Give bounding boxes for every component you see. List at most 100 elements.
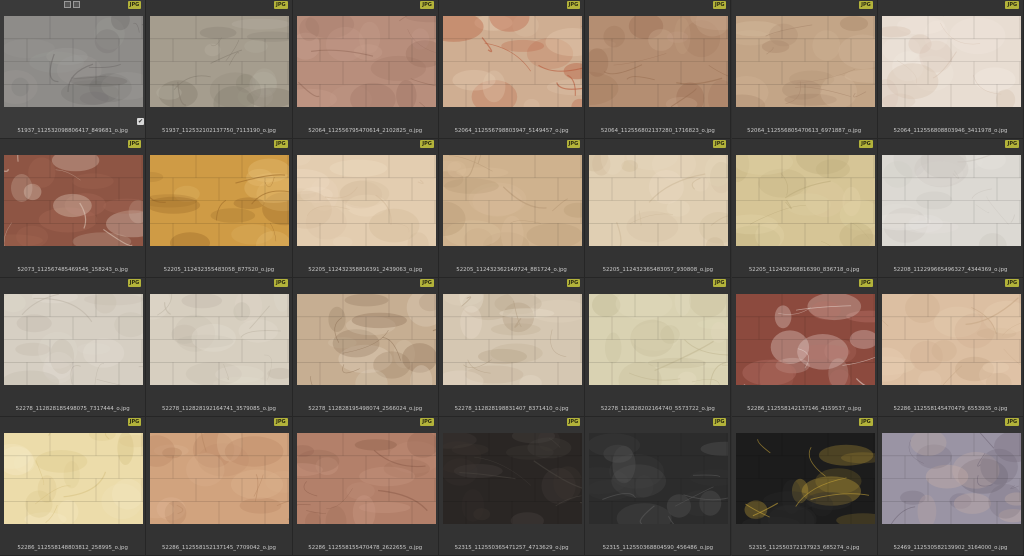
file-type-badge: JPG <box>1005 1 1020 9</box>
thumbnail-filename: 52073_112567485469545_158243_o.jpg <box>17 267 128 273</box>
file-type-badge: JPG <box>127 1 142 9</box>
thumbnail-image[interactable] <box>881 155 1021 246</box>
file-type-badge: JPG <box>712 279 727 287</box>
file-type-badge: JPG <box>566 140 581 148</box>
thumbnail-image[interactable] <box>4 433 143 524</box>
thumbnail-filename: 52064_112556808803946_3411978_o.jpg <box>893 128 1008 134</box>
thumbnail-item[interactable]: JPG 52205_112432355483058_877520_o.jpg <box>146 139 293 278</box>
thumbnail-image[interactable] <box>735 294 875 385</box>
thumbnail-item[interactable]: JPG 52286_112558155470478_2622655_o.jpg <box>292 417 439 556</box>
thumbnail-image[interactable] <box>735 16 875 107</box>
thumbnail-item[interactable]: JPG 52278_112828192164741_3579085_o.jpg <box>146 278 293 417</box>
thumbnail-image[interactable] <box>150 294 290 385</box>
thumbnail-item[interactable]: JPG 52064_112556795470614_2102825_o.jpg <box>292 0 439 139</box>
thumbnail-image[interactable] <box>442 16 582 107</box>
thumbnail-item[interactable]: JPG 52064_112556805470613_6971887_o.jpg <box>731 0 878 139</box>
thumbnail-image[interactable] <box>150 155 290 246</box>
thumbnail-image[interactable] <box>442 155 582 246</box>
thumbnail-image[interactable] <box>4 155 143 246</box>
thumbnail-image[interactable] <box>589 433 729 524</box>
frame-icon[interactable] <box>64 1 71 8</box>
file-type-badge: JPG <box>1005 140 1020 148</box>
thumbnail-item[interactable]: JPG 52278_112828185498075_7317444_o.jpg <box>0 278 147 417</box>
thumbnail-item[interactable]: JPG 52205_112432358816391_2439063_o.jpg <box>292 139 439 278</box>
thumbnail-image[interactable] <box>589 16 729 107</box>
file-type-badge: JPG <box>420 1 434 9</box>
thumbnail-image[interactable] <box>442 433 582 524</box>
thumbnail-image[interactable] <box>881 16 1021 107</box>
thumbnail-item[interactable]: JPG 52286_112558145470479_6553935_o.jpg <box>877 278 1024 417</box>
file-type-badge: JPG <box>127 140 142 148</box>
item-tools-icons <box>64 1 80 9</box>
thumbnail-item[interactable]: JPG 52073_112567485469545_158243_o.jpg <box>0 139 147 278</box>
thumbnail-image[interactable] <box>296 294 436 385</box>
thumbnail-item[interactable]: JPG 52064_112556802137280_1716823_o.jpg <box>585 0 732 139</box>
thumbnail-item[interactable]: JPG 52064_112556808803946_3411978_o.jpg <box>877 0 1024 139</box>
thumbnail-image[interactable] <box>296 155 436 246</box>
file-type-badge: JPG <box>127 418 142 426</box>
thumbnail-filename: 52064_112556795470614_2102825_o.jpg <box>308 128 423 134</box>
file-type-badge: JPG <box>859 279 873 287</box>
thumbnail-item[interactable]: JPG 52205_112432365483057_930808_o.jpg <box>585 139 732 278</box>
file-type-badge: JPG <box>1005 418 1020 426</box>
file-type-badge: JPG <box>420 418 434 426</box>
check-icon[interactable]: ✔ <box>137 118 144 125</box>
thumbnail-image[interactable] <box>296 433 436 524</box>
thumbnail-item[interactable]: JPG ✔ 51937_112532098806417_849681_o.jpg <box>0 0 147 139</box>
thumbnail-item[interactable]: JPG 52315_112550365471257_4713629_o.jpg <box>438 417 586 556</box>
thumbnail-filename: 52205_112432355483058_877520_o.jpg <box>163 267 275 273</box>
thumbnail-item[interactable]: JPG 52064_112556798803947_5149457_o.jpg <box>438 0 586 139</box>
thumbnail-item[interactable]: JPG 52208_112299665496327_4344369_o.jpg <box>877 139 1024 278</box>
thumbnail-filename: 52205_112432368816390_836718_o.jpg <box>748 267 860 273</box>
thumbnail-filename: 52064_112556798803947_5149457_o.jpg <box>454 128 569 134</box>
thumbnail-filename: 52278_112828195498074_2566024_o.jpg <box>308 406 423 412</box>
thumbnail-filename: 52064_112556805470613_6971887_o.jpg <box>747 128 862 134</box>
thumbnail-item[interactable]: JPG 52286_112558152137145_7709042_o.jpg <box>146 417 293 556</box>
thumbnail-item[interactable]: JPG 52286_112558148803812_258995_o.jpg <box>0 417 147 556</box>
thumbnail-filename: 52205_112432358816391_2439063_o.jpg <box>308 267 423 273</box>
thumbnail-filename: 52278_112828198831407_8371410_o.jpg <box>454 406 569 412</box>
file-type-badge: JPG <box>420 279 434 287</box>
file-type-badge: JPG <box>712 140 727 148</box>
thumbnail-item[interactable]: JPG 52278_112828202164740_5573722_o.jpg <box>585 278 732 417</box>
file-type-badge: JPG <box>420 140 434 148</box>
thumbnail-item[interactable]: JPG 52315_112550368804590_456486_o.jpg <box>585 417 732 556</box>
thumbnail-image[interactable] <box>296 16 436 107</box>
file-type-badge: JPG <box>127 279 142 287</box>
thumbnail-image[interactable] <box>4 16 143 107</box>
thumbnail-item[interactable]: JPG 52278_112828198831407_8371410_o.jpg <box>438 278 586 417</box>
thumbnail-image[interactable] <box>150 16 290 107</box>
thumbnail-item[interactable]: JPG 52286_112558142137146_4159537_o.jpg <box>731 278 878 417</box>
thumbnail-filename: 52278_112828185498075_7317444_o.jpg <box>15 406 130 412</box>
thumbnail-item[interactable]: JPG 52278_112828195498074_2566024_o.jpg <box>292 278 439 417</box>
thumbnail-image[interactable] <box>150 433 290 524</box>
thumbnail-item[interactable]: JPG 52469_112530582139902_3164000_o.jpg <box>877 417 1024 556</box>
file-type-badge: JPG <box>273 140 288 148</box>
thumbnail-image[interactable] <box>881 294 1021 385</box>
thumbnail-item[interactable]: JPG 52205_112432362149724_881724_o.jpg <box>438 139 586 278</box>
thumbnail-item[interactable]: JPG 52315_112550372137923_685274_o.jpg <box>731 417 878 556</box>
thumbnail-filename: 52208_112299665496327_4344369_o.jpg <box>893 267 1008 273</box>
file-type-badge: JPG <box>859 418 873 426</box>
thumbnail-image[interactable] <box>442 294 582 385</box>
thumbnail-image[interactable] <box>4 294 143 385</box>
edit-icon[interactable] <box>73 1 80 8</box>
thumbnail-filename: 52286_112558152137145_7709042_o.jpg <box>161 545 276 551</box>
thumbnail-filename: 52278_112828202164740_5573722_o.jpg <box>600 406 715 412</box>
thumbnail-filename: 52315_112550372137923_685274_o.jpg <box>748 545 860 551</box>
thumbnail-image[interactable] <box>589 155 729 246</box>
thumbnail-image[interactable] <box>881 433 1021 524</box>
file-type-badge: JPG <box>273 279 288 287</box>
thumbnail-item[interactable]: JPG 52205_112432368816390_836718_o.jpg <box>731 139 878 278</box>
thumbnail-filename: 52064_112556802137280_1716823_o.jpg <box>600 128 715 134</box>
thumbnail-filename: 52286_112558155470478_2622655_o.jpg <box>308 545 423 551</box>
thumbnail-image[interactable] <box>589 294 729 385</box>
thumbnail-item[interactable]: JPG 51937_112532102137750_7113190_o.jpg <box>146 0 293 139</box>
thumbnail-filename: 52278_112828192164741_3579085_o.jpg <box>161 406 276 412</box>
thumbnail-image[interactable] <box>735 155 875 246</box>
thumbnail-filename: 52469_112530582139902_3164000_o.jpg <box>893 545 1008 551</box>
file-type-badge: JPG <box>712 418 727 426</box>
file-type-badge: JPG <box>859 140 873 148</box>
thumbnail-image[interactable] <box>735 433 875 524</box>
thumbnail-grid: JPG ✔ 51937_112532098806417_849681_o.jpg JP… <box>0 0 1024 556</box>
